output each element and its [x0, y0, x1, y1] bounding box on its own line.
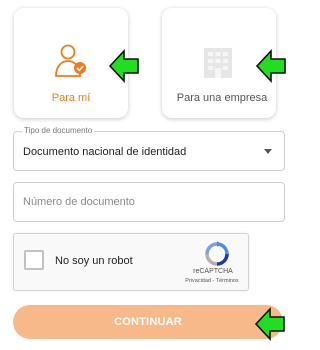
recaptcha-privacy-terms-links[interactable]: Privacidad - Términos	[176, 278, 248, 284]
document-type-legend: Tipo de documento	[22, 126, 95, 135]
recaptcha-checkbox[interactable]	[24, 250, 44, 270]
recaptcha-brand: reCAPTCHA	[193, 268, 233, 275]
account-type-company-label: Para una empresa	[176, 92, 268, 104]
chevron-down-icon	[264, 149, 272, 154]
recaptcha-label: No soy un robot	[55, 255, 133, 267]
annotation-arrow-icon	[108, 48, 140, 88]
continue-button[interactable]: CONTINUAR	[13, 305, 283, 339]
document-type-select[interactable]: Tipo de documento Documento nacional de …	[13, 126, 285, 171]
annotation-arrow-icon	[254, 306, 286, 346]
recaptcha-widget: No soy un robot reCAPTCHA Privacidad - T…	[13, 233, 249, 291]
person-icon	[52, 42, 88, 83]
annotation-arrow-icon	[255, 48, 287, 88]
building-icon	[200, 44, 236, 85]
document-number-input[interactable]	[14, 183, 284, 221]
account-type-person-label: Para mí	[51, 92, 91, 104]
document-type-value: Documento nacional de identidad	[23, 146, 187, 158]
document-number-field-wrapper	[13, 182, 285, 222]
